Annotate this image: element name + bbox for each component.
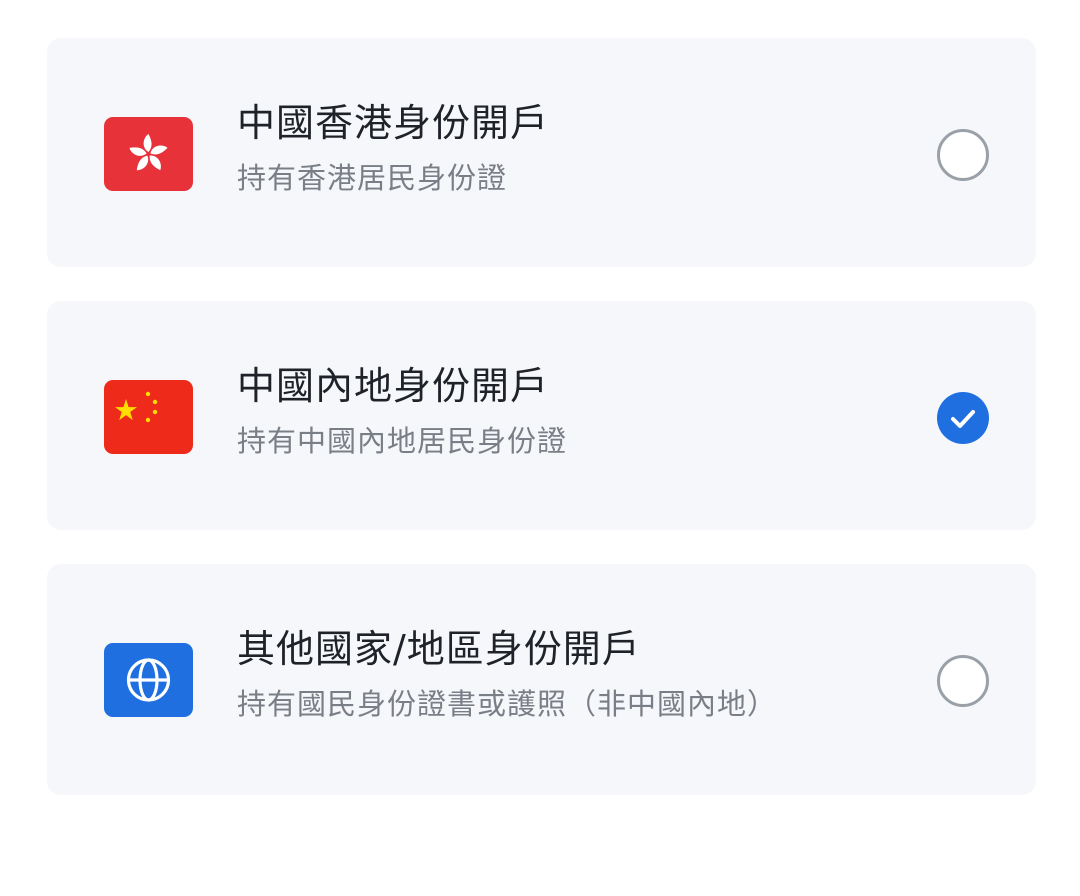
- option-other-country-id[interactable]: 其他國家/地區身份開戶 持有國民身份證書或護照（非中國內地）: [47, 564, 1036, 795]
- option-subtitle: 持有中國內地居民身份證: [237, 424, 568, 458]
- option-subtitle: 持有香港居民身份證: [237, 161, 508, 195]
- radio-unchecked[interactable]: [937, 655, 989, 707]
- option-title: 中國內地身份開戶: [237, 364, 550, 408]
- radio-unchecked[interactable]: [937, 129, 989, 181]
- option-title: 中國香港身份開戶: [237, 101, 550, 145]
- hong-kong-flag-icon: [104, 117, 193, 191]
- globe-icon: [104, 643, 193, 717]
- option-subtitle: 持有國民身份證書或護照（非中國內地）: [237, 687, 778, 721]
- option-mainland-china-id[interactable]: 中國內地身份開戶 持有中國內地居民身份證: [47, 301, 1036, 530]
- china-flag-icon: [104, 380, 193, 454]
- identity-option-list: 中國香港身份開戶 持有香港居民身份證 中國內地身份開戶 持有中國內地居民身份證: [47, 38, 1036, 795]
- option-title: 其他國家/地區身份開戶: [237, 627, 641, 671]
- option-hong-kong-id[interactable]: 中國香港身份開戶 持有香港居民身份證: [47, 38, 1036, 267]
- checkmark-icon: [951, 410, 975, 428]
- radio-checked[interactable]: [937, 392, 989, 444]
